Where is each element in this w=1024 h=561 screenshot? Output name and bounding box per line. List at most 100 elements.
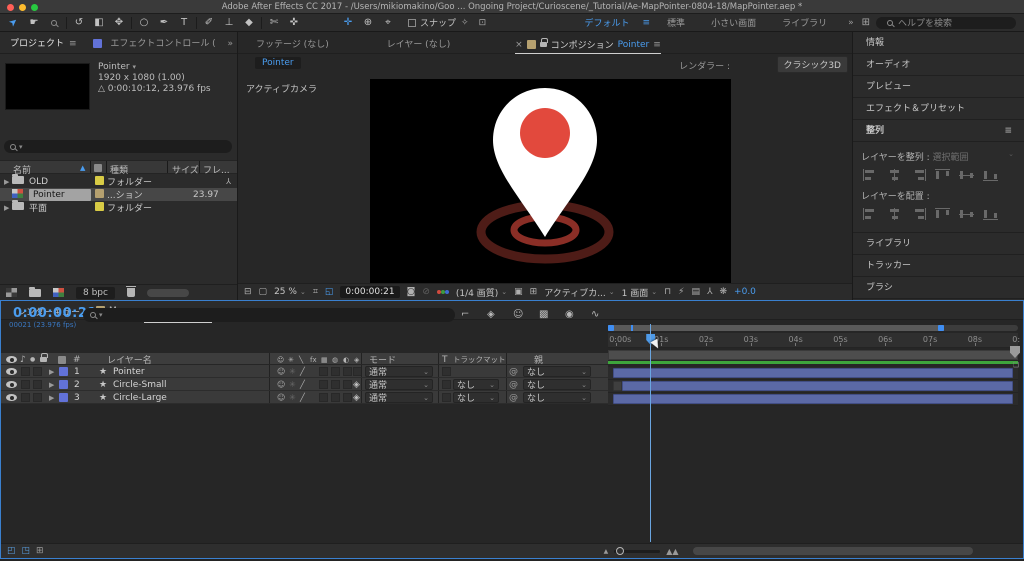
item-name[interactable]: Pointer <box>29 188 91 201</box>
target-region-icon[interactable]: ▣ <box>514 287 523 297</box>
quality-toggle[interactable]: ╱ <box>300 378 305 391</box>
resolution-select[interactable]: (1/4 画質) ⌄ <box>456 286 507 299</box>
quality-toggle[interactable]: ╱ <box>300 365 305 378</box>
parent-pickwhip-icon[interactable]: @ <box>509 391 518 404</box>
workspace-tab-0[interactable]: デフォルト <box>584 16 629 29</box>
shape-tool[interactable]: ○ <box>134 15 154 31</box>
always-preview-icon[interactable]: ⊟ <box>244 287 252 297</box>
parent-select[interactable]: なし ⌄ <box>523 392 591 404</box>
switch-cell[interactable] <box>331 365 340 378</box>
time-ruler[interactable]: 0:00s 01s 02s 03s 04s 05s 06s 07s 08s 0: <box>608 333 1020 348</box>
snap-checkbox[interactable] <box>408 18 416 27</box>
blend-mode-select[interactable]: 通常 ⌄ <box>365 379 433 391</box>
panel-section-プレビュー[interactable]: プレビュー <box>853 76 1024 98</box>
panel-menu-icon[interactable]: ≡ <box>653 40 661 50</box>
distribute-b-button[interactable] <box>983 208 998 220</box>
view-axis-mode[interactable]: ⌖ <box>378 15 398 31</box>
lock-toggle-cell[interactable] <box>33 391 42 404</box>
timeline-button-icon[interactable]: ▤ <box>691 287 700 297</box>
comp-button-icon[interactable]: ❏ <box>1013 361 1019 369</box>
align-t-button[interactable] <box>935 169 950 181</box>
project-columns-header[interactable]: 名前 ▲ 種類 サイズ フレ... <box>0 160 237 176</box>
transparency-grid-icon[interactable]: ⊞ <box>530 287 538 297</box>
magnification-select[interactable]: 25 % ⌄ <box>274 287 306 297</box>
parent-select[interactable]: なし ⌄ <box>523 379 591 391</box>
trkmat-select[interactable]: なし ⌄ <box>453 391 499 404</box>
workspace-overflow-button[interactable]: » <box>848 18 854 28</box>
expander-icon[interactable]: ▶ <box>0 204 12 212</box>
comp-mini-flowchart-icon[interactable]: ⌐ <box>461 309 469 320</box>
region-of-interest-icon[interactable]: ◱ <box>325 287 334 297</box>
three-d-toggle[interactable]: ◈ <box>353 378 360 391</box>
audio-toggle-cell[interactable] <box>21 365 30 378</box>
close-tab-icon[interactable]: × <box>515 40 523 50</box>
label-chip[interactable] <box>94 175 104 185</box>
switch-cell[interactable] <box>319 365 328 378</box>
time-navigator-visible-region[interactable] <box>608 325 945 331</box>
pixel-aspect-correction-icon[interactable]: ⊓ <box>664 287 671 297</box>
type-tool[interactable]: T <box>174 15 194 31</box>
tab-layer[interactable]: レイヤー (なし) <box>387 37 451 55</box>
layer-duration-bar[interactable] <box>612 394 1014 404</box>
panel-section-情報[interactable]: 情報 <box>853 32 1024 54</box>
preview-time-field[interactable]: 0:00:00:21 <box>340 286 400 298</box>
parent-select[interactable]: なし ⌄ <box>523 366 591 378</box>
blend-mode-select[interactable]: 通常 ⌄ <box>365 365 433 378</box>
layer-row[interactable]: ▶ 1 ★ Pointer ☺ ✳ ╱ 通常 ⌄ @ なし ⌄ <box>1 365 608 378</box>
panel-section-ライブラリ[interactable]: ライブラリ <box>853 233 1024 255</box>
trkmat-select[interactable]: なし ⌄ <box>453 392 499 404</box>
label-chip[interactable] <box>94 188 104 198</box>
primary-viewer-icon[interactable]: ▢ <box>259 287 268 297</box>
lock-icon[interactable] <box>539 38 548 47</box>
align-r-button[interactable] <box>911 169 926 181</box>
label-chip[interactable] <box>94 201 104 211</box>
align-b-button[interactable] <box>983 169 998 181</box>
panel-section-トラッカー[interactable]: トラッカー <box>853 255 1024 277</box>
view-layout-select[interactable]: 1 画面 ⌄ <box>622 286 657 299</box>
layer-name[interactable]: Circle-Small <box>113 378 167 391</box>
layer-duration-bar[interactable] <box>621 381 1014 391</box>
blend-mode-select[interactable]: 通常 ⌄ <box>365 391 433 404</box>
switch-cell[interactable] <box>343 391 352 404</box>
zoom-tool[interactable] <box>44 15 64 31</box>
switch-cell[interactable] <box>319 391 328 404</box>
panel-menu-icon[interactable]: ≡ <box>1004 120 1012 142</box>
snap-toggle[interactable]: スナップ <box>408 16 456 29</box>
tab-effect-controls[interactable]: エフェクトコントロール ( <box>110 36 215 53</box>
project-row[interactable]: ▶ OLD フォルダー ⅄ <box>0 174 237 188</box>
view-select[interactable]: アクティブカ... ⌄ <box>544 286 614 299</box>
collapse-toggle[interactable]: ✳ <box>289 365 296 378</box>
expander-icon[interactable]: ▶ <box>0 178 12 186</box>
channel-settings-icon[interactable] <box>436 288 449 296</box>
switch-cell[interactable] <box>331 378 340 391</box>
lock-toggle-cell[interactable] <box>33 378 42 391</box>
audio-toggle-cell[interactable] <box>21 391 30 404</box>
playhead-line[interactable] <box>650 324 652 542</box>
flowchart-button-icon[interactable]: ⅄ <box>707 287 713 297</box>
panel-section-ブラシ[interactable]: ブラシ <box>853 277 1024 299</box>
layer-label-chip[interactable] <box>59 378 68 391</box>
pen-tool[interactable]: ✒ <box>154 15 174 31</box>
distribute-cy-button[interactable] <box>959 208 974 220</box>
draft-3d-icon[interactable]: ◈ <box>487 309 495 320</box>
workspace-switcher-icon[interactable]: ⊞ <box>862 17 870 28</box>
interpret-footage-icon[interactable] <box>6 288 17 297</box>
preserve-transparency-cell[interactable] <box>442 365 451 378</box>
graph-editor-icon[interactable]: ∿ <box>591 309 599 320</box>
blend-mode-select[interactable]: 通常 ⌄ <box>365 366 433 378</box>
puppet-pin-tool[interactable]: ✜ <box>284 15 304 31</box>
shy-toggle[interactable]: ☺ <box>277 378 285 391</box>
distribute-t-button[interactable] <box>935 208 950 220</box>
workspace-menu-icon[interactable]: ≡ <box>643 18 651 28</box>
motion-blur-icon[interactable]: ◉ <box>565 309 574 320</box>
rotation-tool[interactable]: ↺ <box>69 15 89 31</box>
renderer-button[interactable]: クラシック3D <box>776 56 848 73</box>
switch-cell[interactable] <box>343 378 352 391</box>
comp-navigator-crumb[interactable]: Pointer <box>255 57 301 69</box>
workspace-tab-1[interactable]: 標準 <box>667 16 685 29</box>
timeline-search-input[interactable]: ▾ <box>83 308 455 322</box>
blend-mode-select[interactable]: 通常 ⌄ <box>365 392 433 404</box>
exposure-value[interactable]: +0.0 <box>734 287 756 297</box>
project-row[interactable]: Pointer ...ション 23.97 <box>0 188 237 201</box>
panel-align-header[interactable]: 整列 ≡ <box>853 120 1024 142</box>
